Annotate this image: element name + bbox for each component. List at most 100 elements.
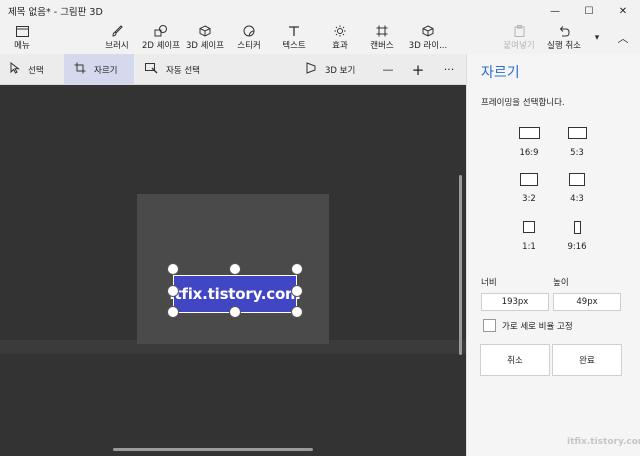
crop-handle-bottom-left[interactable]	[167, 306, 179, 318]
ratio-9-16-label: 9:16	[567, 242, 587, 252]
crop-icon	[74, 62, 86, 77]
select-label: 선택	[28, 65, 44, 76]
3d-view-button[interactable]: 3D 보기	[305, 54, 365, 85]
stickers-tool-button[interactable]: 스티커	[233, 24, 265, 52]
crop-button[interactable]: 자르기	[64, 54, 134, 85]
undo-button[interactable]: 실행 취소	[544, 24, 584, 52]
lock-aspect-ratio-label: 가로 세로 비율 고정	[502, 322, 573, 332]
chevron-up-icon: ︿	[617, 32, 629, 45]
text-icon	[284, 24, 304, 38]
framing-prompt: 프레이밍을 선택합니다.	[481, 98, 565, 108]
ratio-4-3-label: 4:3	[570, 194, 584, 204]
brush-tool-button[interactable]: 브러시	[100, 24, 134, 52]
zoom-in-button[interactable]: +	[408, 54, 428, 85]
crop-handle-top-left[interactable]	[167, 263, 179, 275]
workspace[interactable]: itfix.tistory.com	[0, 85, 466, 456]
2d-shapes-label: 2D 셰이프	[141, 41, 181, 51]
watermark: itfix.tistory.com	[567, 437, 640, 447]
canvas-icon	[372, 24, 392, 38]
crop-panel: 자르기 프레이밍을 선택합니다. 16:9 5:3 3:2 4:3 1:1 9:…	[466, 54, 640, 456]
maximize-button[interactable]: ☐	[572, 0, 606, 22]
paste-label: 붙여넣기	[503, 41, 535, 51]
3d-view-label: 3D 보기	[325, 65, 356, 76]
ratio-1-1-option[interactable]: 1:1	[509, 218, 549, 252]
undo-icon	[554, 24, 574, 38]
crop-handle-top[interactable]	[229, 263, 241, 275]
paste-icon	[509, 24, 529, 38]
tool-options-bar: 선택 자르기 자동 선택 3D 보기 — + ···	[0, 54, 466, 85]
select-button[interactable]: 선택	[10, 54, 60, 85]
3d-view-icon	[305, 62, 317, 77]
2d-shapes-icon	[151, 24, 171, 38]
effects-label: 효과	[332, 41, 348, 51]
crop-handle-right[interactable]	[291, 285, 303, 297]
ratio-1-1-shape	[523, 221, 535, 233]
ratio-3-2-shape	[520, 172, 538, 186]
ratio-9-16-option[interactable]: 9:16	[557, 218, 597, 252]
folder-icon	[12, 24, 32, 38]
crop-label: 자르기	[94, 65, 118, 76]
menu-button[interactable]: 메뉴	[8, 24, 36, 52]
ratio-5-3-option[interactable]: 5:3	[557, 124, 597, 158]
ratio-16-9-shape	[518, 127, 540, 139]
undo-label: 실행 취소	[547, 41, 581, 51]
ratio-4-3-shape	[569, 172, 585, 186]
height-field[interactable]: 49px	[553, 293, 621, 311]
crop-handle-left[interactable]	[167, 285, 179, 297]
brush-icon	[107, 24, 127, 38]
ratio-3-2-option[interactable]: 3:2	[509, 170, 549, 204]
stickers-label: 스티커	[237, 41, 261, 51]
text-label: 텍스트	[282, 41, 306, 51]
crop-handle-bottom-right[interactable]	[291, 306, 303, 318]
width-label: 너비	[481, 278, 497, 288]
effects-tool-button[interactable]: 효과	[326, 24, 354, 52]
brush-label: 브러시	[105, 41, 129, 51]
chevron-down-icon: ▾	[594, 33, 600, 43]
magic-select-icon	[145, 62, 158, 77]
menu-label: 메뉴	[14, 41, 30, 51]
ratio-5-3-label: 5:3	[570, 148, 584, 158]
more-options-button[interactable]: ···	[438, 54, 460, 85]
crop-handle-bottom[interactable]	[229, 306, 241, 318]
height-label: 높이	[553, 278, 569, 288]
magic-select-button[interactable]: 자동 선택	[145, 54, 215, 85]
3d-library-label: 3D 라이...	[408, 41, 448, 51]
history-dropdown-button[interactable]: ▾	[590, 24, 604, 52]
3d-shapes-label: 3D 셰이프	[185, 41, 225, 51]
cancel-button[interactable]: 취소	[480, 344, 550, 376]
horizontal-scrollbar[interactable]	[113, 448, 313, 451]
paste-button[interactable]: 붙여넣기	[500, 24, 538, 52]
collapse-ribbon-button[interactable]: ︿	[612, 24, 634, 52]
crop-handle-top-right[interactable]	[291, 263, 303, 275]
magic-select-label: 자동 선택	[166, 65, 200, 76]
ratio-5-3-shape	[567, 127, 587, 139]
3d-library-tool-button[interactable]: 3D 라이...	[407, 24, 449, 52]
canvas-text: itfix.tistory.com	[169, 285, 301, 303]
width-field[interactable]: 193px	[481, 293, 549, 311]
done-button[interactable]: 완료	[552, 344, 622, 376]
3d-shapes-tool-button[interactable]: 3D 셰이프	[184, 24, 226, 52]
canvas-label: 캔버스	[370, 41, 394, 51]
minimize-button[interactable]: —	[538, 0, 572, 22]
ratio-4-3-option[interactable]: 4:3	[557, 170, 597, 204]
3d-library-icon	[418, 24, 438, 38]
canvas-tool-button[interactable]: 캔버스	[366, 24, 398, 52]
window-title: 제목 없음* - 그림판 3D	[8, 7, 103, 18]
2d-shapes-tool-button[interactable]: 2D 셰이프	[139, 24, 183, 52]
stickers-icon	[239, 24, 259, 38]
close-button[interactable]: ✕	[606, 0, 640, 22]
vertical-scrollbar[interactable]	[459, 175, 462, 355]
ribbon: 메뉴 브러시 2D 셰이프 3D 셰이프 스티커 텍스트 효과 캔버스 3D 라…	[0, 22, 640, 54]
ratio-3-2-label: 3:2	[522, 194, 536, 204]
zoom-out-button[interactable]: —	[378, 54, 398, 85]
effects-icon	[330, 24, 350, 38]
text-tool-button[interactable]: 텍스트	[278, 24, 310, 52]
ratio-16-9-option[interactable]: 16:9	[509, 124, 549, 158]
ratio-1-1-label: 1:1	[522, 242, 536, 252]
ratio-16-9-label: 16:9	[519, 148, 539, 158]
panel-title: 자르기	[481, 65, 520, 81]
lock-aspect-ratio-checkbox[interactable]	[483, 319, 496, 332]
ratio-9-16-shape	[573, 220, 581, 234]
3d-shapes-icon	[195, 24, 215, 38]
title-bar: 제목 없음* - 그림판 3D — ☐ ✕	[0, 0, 640, 22]
